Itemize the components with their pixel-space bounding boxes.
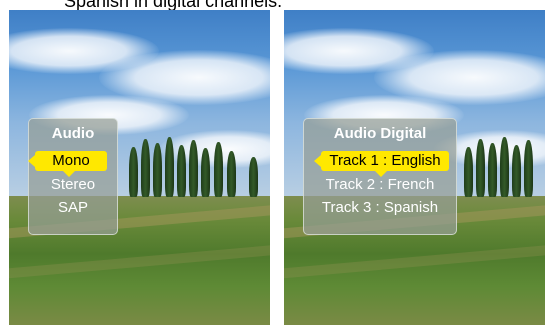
tree	[189, 140, 198, 197]
audio-digital-menu: Audio Digital Track 1 : English Track 2 …	[303, 118, 457, 235]
analog-audio-preview: Audio Mono Stereo SAP	[9, 10, 270, 325]
audio-menu: Audio Mono Stereo SAP	[28, 118, 118, 235]
tree	[464, 147, 473, 197]
field-band	[9, 242, 270, 280]
tree	[201, 148, 210, 197]
tree	[500, 137, 509, 197]
audio-option-stereo[interactable]: Stereo	[29, 176, 117, 193]
audio-option-mono[interactable]: Mono	[35, 151, 107, 171]
audio-menu-title: Audio	[51, 125, 95, 142]
field-band	[284, 242, 545, 280]
track-option-3[interactable]: Track 3 : Spanish	[304, 199, 456, 216]
track-option-2[interactable]: Track 2 : French	[304, 176, 456, 193]
left-arrow-icon[interactable]	[314, 155, 321, 167]
audio-digital-menu-title: Audio Digital	[333, 125, 427, 142]
tree	[488, 143, 497, 197]
track-option-1[interactable]: Track 1 : English	[321, 151, 449, 171]
tree	[512, 145, 521, 197]
tree	[141, 139, 150, 197]
left-arrow-icon[interactable]	[28, 155, 35, 167]
tree	[524, 140, 533, 197]
tree	[129, 147, 138, 197]
tree	[177, 145, 186, 197]
tree	[153, 143, 162, 197]
audio-option-sap[interactable]: SAP	[29, 199, 117, 216]
tree	[476, 139, 485, 197]
tree	[214, 142, 223, 197]
tree	[249, 157, 258, 197]
tree	[165, 137, 174, 197]
tree	[227, 151, 236, 197]
digital-audio-preview: Audio Digital Track 1 : English Track 2 …	[284, 10, 545, 325]
